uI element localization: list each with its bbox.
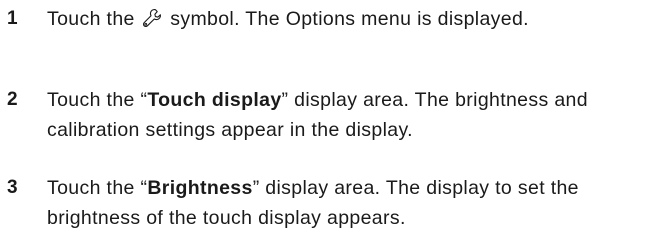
step-text-after: symbol. The Options menu is displayed.: [164, 8, 529, 30]
step-text-before: Touch the “: [47, 89, 148, 111]
step-text: Touch the “Brightness” display area. The…: [47, 173, 662, 233]
step-text: Touch the symbol. The Options menu is di…: [47, 4, 662, 34]
step-text-bold: Brightness: [147, 177, 253, 199]
step-text-before: Touch the “: [47, 177, 148, 199]
step-number: 1: [7, 8, 18, 29]
wrench-icon: [142, 7, 162, 28]
step-number: 3: [7, 177, 18, 198]
step-number: 2: [7, 89, 18, 110]
instruction-steps: 1 Touch the symbol. The Options menu is …: [0, 0, 667, 249]
step-text-before: Touch the: [47, 8, 141, 30]
step-text: Touch the “Touch display” display area. …: [47, 85, 662, 145]
step-text-bold: Touch display: [147, 89, 282, 111]
